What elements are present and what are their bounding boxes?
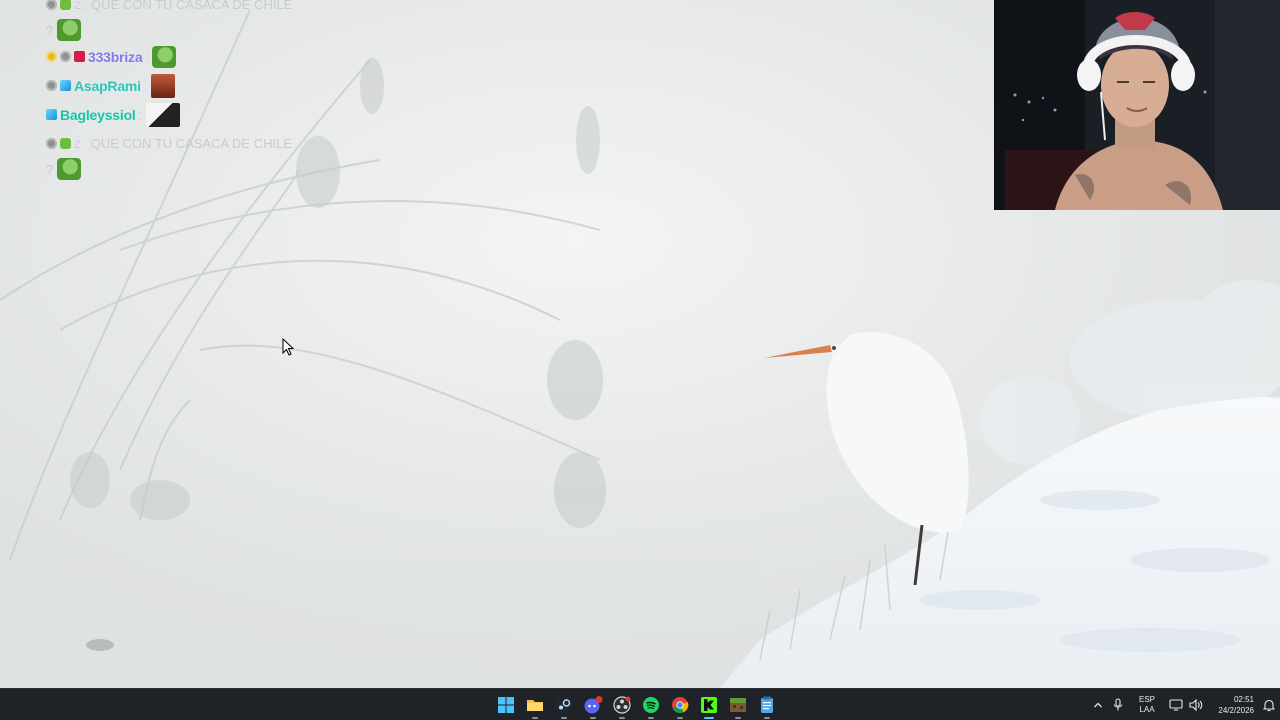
- taskbar-notepad[interactable]: [755, 690, 779, 720]
- pepe-emote-icon: [57, 19, 82, 41]
- chat-overlay: z : QUE CON TU CASACA DE CHILE ? 333briz…: [46, 0, 406, 181]
- notifications-button[interactable]: [1258, 689, 1280, 720]
- chat-username: 333briza: [88, 48, 143, 65]
- running-indicator: [764, 717, 770, 719]
- chat-username: Bagleyssiol: [60, 106, 136, 123]
- subscriber-badge-icon: [46, 137, 57, 149]
- language-code: ESP: [1138, 695, 1155, 704]
- chat-message-continuation: ?: [46, 157, 406, 181]
- clock-date: 24/2/2026: [1218, 706, 1254, 715]
- microphone-icon: [1113, 698, 1123, 711]
- subscriber-badge-icon: [60, 51, 71, 62]
- speaker-icon: [1189, 699, 1203, 711]
- chat-separator: :: [138, 106, 143, 123]
- pepe-emote-icon: [152, 45, 177, 68]
- taskbar-file-explorer[interactable]: [523, 690, 547, 720]
- volume-button[interactable]: [1186, 689, 1206, 720]
- folder-icon: [527, 700, 543, 711]
- red-badge-icon: [74, 51, 85, 62]
- cube-badge-icon: [46, 109, 57, 120]
- keyboard-layout: LAA: [1139, 705, 1155, 714]
- discord-icon: [584, 696, 603, 714]
- running-indicator: [619, 717, 625, 719]
- pepe-emote-icon: [57, 158, 82, 180]
- kick-icon: [701, 697, 717, 713]
- running-indicator: [735, 717, 741, 719]
- minecraft-icon: [730, 698, 746, 712]
- bits-badge-icon: [46, 51, 57, 62]
- network-monitor-icon: [1169, 699, 1183, 711]
- webcam-feed: [995, 0, 1280, 210]
- taskbar-steam[interactable]: [552, 690, 576, 720]
- notepad-icon: [761, 696, 773, 713]
- notification-bell-icon: [1263, 699, 1275, 711]
- chevron-up-icon: [1094, 702, 1102, 708]
- show-hidden-icons-button[interactable]: [1088, 689, 1108, 720]
- chat-message-text: ?: [46, 161, 54, 177]
- face-emote-icon: [150, 73, 175, 98]
- taskbar-apps: [494, 689, 779, 720]
- active-indicator: [704, 717, 714, 719]
- chat-message: Bagleyssiol :: [46, 100, 406, 129]
- start-button[interactable]: [494, 690, 518, 720]
- system-tray: ESP LAA 02:51 24/2/2026: [1088, 689, 1280, 720]
- running-indicator: [677, 717, 683, 719]
- obs-icon: [613, 696, 631, 714]
- cube-badge-icon: [60, 80, 71, 91]
- taskbar-minecraft[interactable]: [726, 690, 750, 720]
- chat-message-text: ?: [46, 22, 54, 38]
- frog-badge-icon: [60, 137, 71, 149]
- network-button[interactable]: [1166, 689, 1186, 720]
- chat-username: AsapRami: [74, 77, 141, 94]
- chat-message-continuation: ?: [46, 18, 406, 42]
- windows-logo-icon: [498, 697, 514, 713]
- spotify-icon: [643, 697, 659, 713]
- chat-username: z: [74, 135, 81, 151]
- cat-emote-icon: [145, 102, 180, 127]
- mouse-cursor-icon: [282, 338, 294, 356]
- taskbar: ESP LAA 02:51 24/2/2026: [0, 688, 1280, 720]
- subscriber-badge-icon: [46, 0, 57, 10]
- frog-badge-icon: [60, 0, 71, 10]
- running-indicator: [590, 717, 596, 719]
- taskbar-spotify[interactable]: [639, 690, 663, 720]
- clock-time: 02:51: [1233, 695, 1254, 704]
- taskbar-chrome[interactable]: [668, 690, 692, 720]
- chat-username: z: [74, 0, 81, 12]
- taskbar-kick[interactable]: [697, 690, 721, 720]
- running-indicator: [648, 717, 654, 719]
- chat-message: AsapRami :: [46, 71, 406, 100]
- subscriber-badge-icon: [46, 80, 57, 91]
- chrome-icon: [672, 697, 689, 714]
- webcam-overlay: [994, 0, 1280, 210]
- chat-message-text: : QUE CON TU CASACA DE CHILE: [83, 0, 293, 12]
- chat-separator: :: [143, 77, 148, 94]
- chat-message-partial: z : QUE CON TU CASACA DE CHILE: [46, 0, 406, 18]
- microphone-button[interactable]: [1108, 689, 1128, 720]
- taskbar-discord[interactable]: [581, 690, 605, 720]
- chat-message: 333briza :: [46, 42, 406, 71]
- input-language-button[interactable]: ESP LAA: [1132, 695, 1162, 715]
- steam-icon: [556, 697, 572, 713]
- clock-button[interactable]: 02:51 24/2/2026: [1206, 694, 1254, 716]
- taskbar-obs[interactable]: [610, 690, 634, 720]
- chat-message-text: QUE CON TU CASACA DE CHILE: [90, 135, 293, 151]
- chat-separator: :: [83, 135, 88, 151]
- running-indicator: [561, 717, 567, 719]
- chat-separator: :: [145, 48, 150, 65]
- running-indicator: [532, 717, 538, 719]
- chat-message: z : QUE CON TU CASACA DE CHILE: [46, 129, 406, 157]
